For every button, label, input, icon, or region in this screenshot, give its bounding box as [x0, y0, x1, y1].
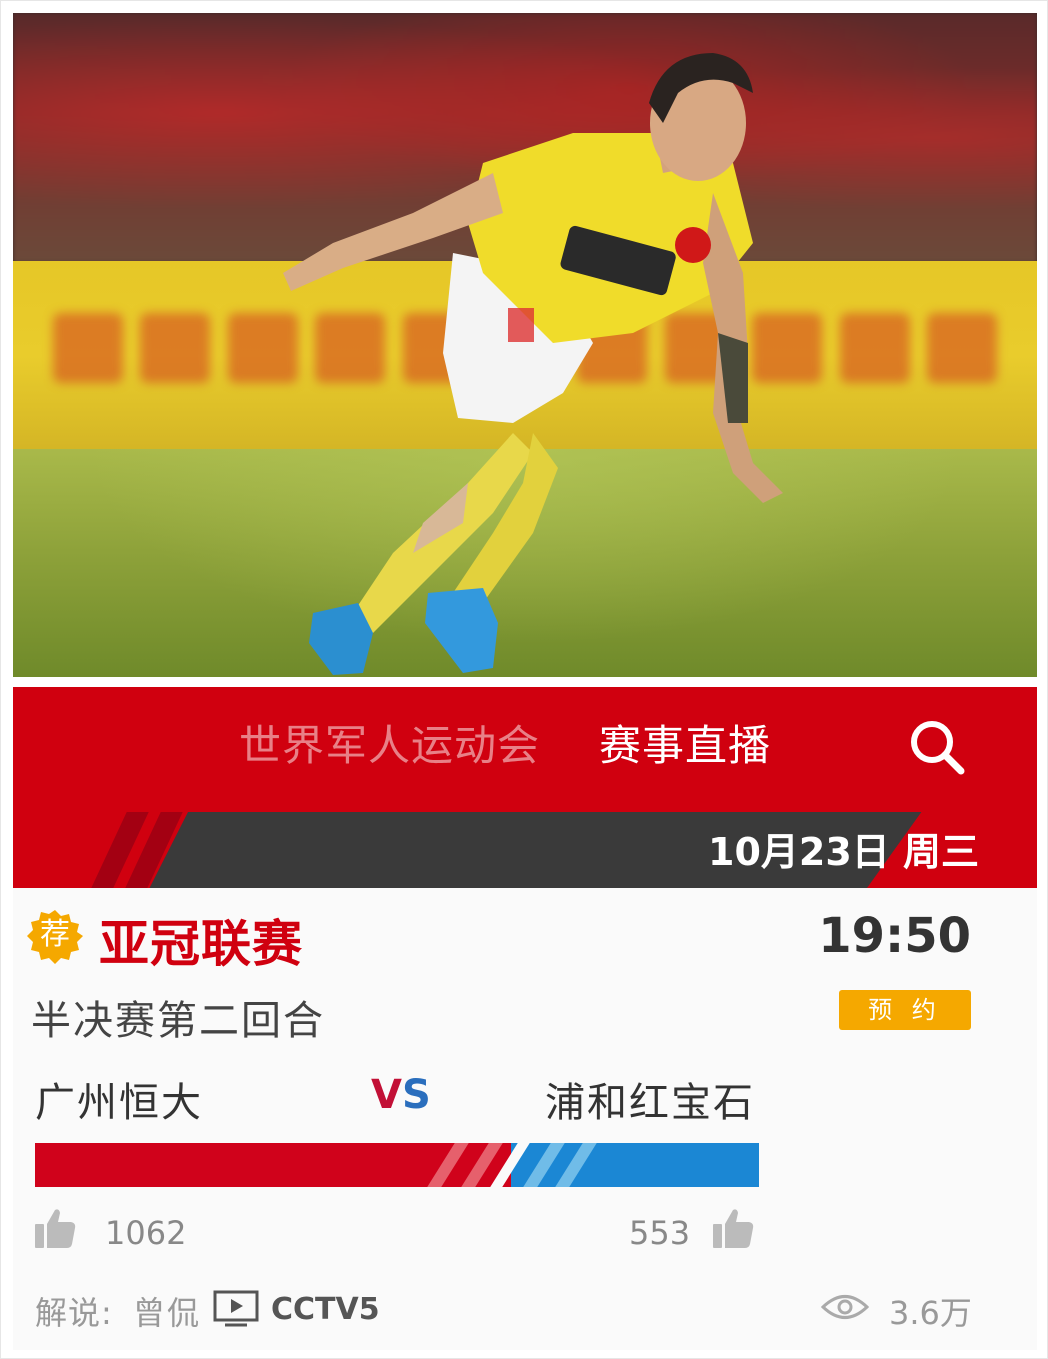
thumbs-up-icon[interactable] [711, 1206, 755, 1250]
away-like-count: 553 [629, 1214, 691, 1252]
view-count: 3.6万 [889, 1294, 972, 1332]
versus-s: S [401, 1072, 431, 1118]
commentator-name: 曾侃 [133, 1294, 202, 1332]
home-like-count: 1062 [105, 1214, 187, 1252]
thumbs-up-icon[interactable] [33, 1206, 77, 1250]
away-support-stripe [555, 1143, 597, 1187]
top-nav-bar: 世界军人运动会 赛事直播 [13, 687, 1037, 812]
tab-military-games[interactable]: 世界军人运动会 [239, 687, 540, 812]
hero-image[interactable] [13, 13, 1037, 677]
away-team-name: 浦和红宝石 [545, 1080, 755, 1126]
page-frame: 世界军人运动会 赛事直播 10月23日 周三 荐 亚冠联赛 19:50 半决赛第… [0, 0, 1048, 1359]
tv-icon [213, 1290, 259, 1327]
versus-v: V [371, 1072, 402, 1118]
match-card[interactable]: 荐 亚冠联赛 19:50 半决赛第二回合 预 约 广州恒大 VS 浦和红宝石 1… [13, 888, 1037, 1350]
recommend-badge: 荐 [27, 908, 83, 964]
broadcast-channel: CCTV5 [271, 1292, 380, 1327]
match-date: 10月23日 周三 [708, 830, 979, 874]
search-icon [911, 721, 965, 775]
match-round: 半决赛第二回合 [31, 998, 325, 1044]
recommend-badge-text: 荐 [40, 917, 70, 952]
tab-live-events[interactable]: 赛事直播 [599, 687, 771, 812]
match-time: 19:50 [818, 908, 971, 964]
search-button[interactable] [905, 715, 969, 779]
league-name: 亚冠联赛 [99, 915, 303, 973]
football-player-figure [283, 53, 783, 675]
eye-icon [821, 1295, 869, 1319]
home-team-name: 广州恒大 [35, 1080, 203, 1126]
support-ratio-bar [35, 1143, 759, 1187]
reserve-button[interactable]: 预 约 [839, 990, 971, 1030]
versus-label: VS [371, 1072, 431, 1118]
date-banner: 10月23日 周三 [13, 812, 1037, 888]
commentary-label: 解说: [35, 1294, 113, 1332]
